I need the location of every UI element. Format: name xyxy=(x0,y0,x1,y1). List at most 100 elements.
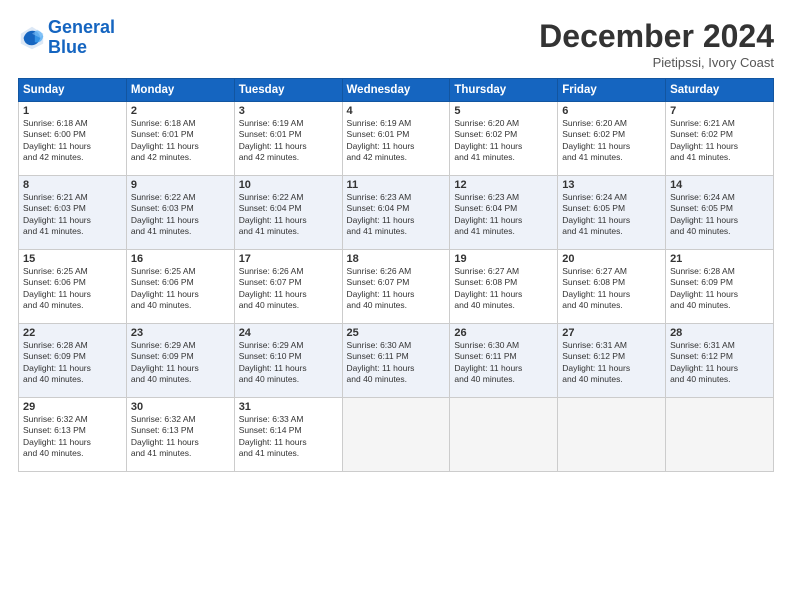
day-cell-1: 1Sunrise: 6:18 AM Sunset: 6:00 PM Daylig… xyxy=(19,102,127,176)
day-info: Sunrise: 6:20 AM Sunset: 6:02 PM Dayligh… xyxy=(454,118,553,164)
week-row-1: 1Sunrise: 6:18 AM Sunset: 6:00 PM Daylig… xyxy=(19,102,774,176)
empty-cell xyxy=(558,398,666,472)
col-header-monday: Monday xyxy=(126,79,234,102)
col-header-sunday: Sunday xyxy=(19,79,127,102)
day-info: Sunrise: 6:26 AM Sunset: 6:07 PM Dayligh… xyxy=(347,266,446,312)
day-number: 13 xyxy=(562,179,661,191)
day-info: Sunrise: 6:24 AM Sunset: 6:05 PM Dayligh… xyxy=(562,192,661,238)
day-number: 21 xyxy=(670,253,769,265)
day-number: 10 xyxy=(239,179,338,191)
day-info: Sunrise: 6:18 AM Sunset: 6:01 PM Dayligh… xyxy=(131,118,230,164)
day-cell-26: 26Sunrise: 6:30 AM Sunset: 6:11 PM Dayli… xyxy=(450,324,558,398)
day-number: 28 xyxy=(670,327,769,339)
page: General Blue December 2024 Pietipssi, Iv… xyxy=(0,0,792,612)
day-cell-5: 5Sunrise: 6:20 AM Sunset: 6:02 PM Daylig… xyxy=(450,102,558,176)
day-info: Sunrise: 6:31 AM Sunset: 6:12 PM Dayligh… xyxy=(670,340,769,386)
col-header-friday: Friday xyxy=(558,79,666,102)
week-row-5: 29Sunrise: 6:32 AM Sunset: 6:13 PM Dayli… xyxy=(19,398,774,472)
day-info: Sunrise: 6:31 AM Sunset: 6:12 PM Dayligh… xyxy=(562,340,661,386)
logo: General Blue xyxy=(18,18,115,58)
day-number: 6 xyxy=(562,105,661,117)
day-cell-16: 16Sunrise: 6:25 AM Sunset: 6:06 PM Dayli… xyxy=(126,250,234,324)
day-cell-15: 15Sunrise: 6:25 AM Sunset: 6:06 PM Dayli… xyxy=(19,250,127,324)
col-header-saturday: Saturday xyxy=(666,79,774,102)
day-number: 7 xyxy=(670,105,769,117)
day-cell-7: 7Sunrise: 6:21 AM Sunset: 6:02 PM Daylig… xyxy=(666,102,774,176)
day-number: 31 xyxy=(239,401,338,413)
day-number: 12 xyxy=(454,179,553,191)
day-info: Sunrise: 6:30 AM Sunset: 6:11 PM Dayligh… xyxy=(347,340,446,386)
day-info: Sunrise: 6:21 AM Sunset: 6:02 PM Dayligh… xyxy=(670,118,769,164)
day-number: 18 xyxy=(347,253,446,265)
header-row: SundayMondayTuesdayWednesdayThursdayFrid… xyxy=(19,79,774,102)
day-number: 16 xyxy=(131,253,230,265)
month-title: December 2024 xyxy=(539,18,774,55)
day-number: 15 xyxy=(23,253,122,265)
empty-cell xyxy=(342,398,450,472)
day-number: 25 xyxy=(347,327,446,339)
col-header-tuesday: Tuesday xyxy=(234,79,342,102)
header: General Blue December 2024 Pietipssi, Iv… xyxy=(18,18,774,70)
day-cell-23: 23Sunrise: 6:29 AM Sunset: 6:09 PM Dayli… xyxy=(126,324,234,398)
day-info: Sunrise: 6:22 AM Sunset: 6:04 PM Dayligh… xyxy=(239,192,338,238)
day-info: Sunrise: 6:33 AM Sunset: 6:14 PM Dayligh… xyxy=(239,414,338,460)
day-number: 5 xyxy=(454,105,553,117)
day-cell-21: 21Sunrise: 6:28 AM Sunset: 6:09 PM Dayli… xyxy=(666,250,774,324)
day-number: 26 xyxy=(454,327,553,339)
day-cell-13: 13Sunrise: 6:24 AM Sunset: 6:05 PM Dayli… xyxy=(558,176,666,250)
week-row-4: 22Sunrise: 6:28 AM Sunset: 6:09 PM Dayli… xyxy=(19,324,774,398)
day-info: Sunrise: 6:29 AM Sunset: 6:10 PM Dayligh… xyxy=(239,340,338,386)
day-number: 17 xyxy=(239,253,338,265)
day-cell-2: 2Sunrise: 6:18 AM Sunset: 6:01 PM Daylig… xyxy=(126,102,234,176)
logo-brand: General Blue xyxy=(48,18,115,58)
day-info: Sunrise: 6:27 AM Sunset: 6:08 PM Dayligh… xyxy=(562,266,661,312)
col-header-wednesday: Wednesday xyxy=(342,79,450,102)
day-number: 4 xyxy=(347,105,446,117)
day-cell-14: 14Sunrise: 6:24 AM Sunset: 6:05 PM Dayli… xyxy=(666,176,774,250)
day-info: Sunrise: 6:32 AM Sunset: 6:13 PM Dayligh… xyxy=(131,414,230,460)
day-cell-8: 8Sunrise: 6:21 AM Sunset: 6:03 PM Daylig… xyxy=(19,176,127,250)
day-cell-6: 6Sunrise: 6:20 AM Sunset: 6:02 PM Daylig… xyxy=(558,102,666,176)
day-number: 3 xyxy=(239,105,338,117)
day-cell-4: 4Sunrise: 6:19 AM Sunset: 6:01 PM Daylig… xyxy=(342,102,450,176)
day-info: Sunrise: 6:28 AM Sunset: 6:09 PM Dayligh… xyxy=(23,340,122,386)
day-info: Sunrise: 6:26 AM Sunset: 6:07 PM Dayligh… xyxy=(239,266,338,312)
week-row-2: 8Sunrise: 6:21 AM Sunset: 6:03 PM Daylig… xyxy=(19,176,774,250)
calendar-table: SundayMondayTuesdayWednesdayThursdayFrid… xyxy=(18,78,774,472)
day-info: Sunrise: 6:22 AM Sunset: 6:03 PM Dayligh… xyxy=(131,192,230,238)
col-header-thursday: Thursday xyxy=(450,79,558,102)
day-info: Sunrise: 6:25 AM Sunset: 6:06 PM Dayligh… xyxy=(131,266,230,312)
day-info: Sunrise: 6:25 AM Sunset: 6:06 PM Dayligh… xyxy=(23,266,122,312)
day-info: Sunrise: 6:19 AM Sunset: 6:01 PM Dayligh… xyxy=(239,118,338,164)
day-info: Sunrise: 6:27 AM Sunset: 6:08 PM Dayligh… xyxy=(454,266,553,312)
day-number: 30 xyxy=(131,401,230,413)
day-cell-11: 11Sunrise: 6:23 AM Sunset: 6:04 PM Dayli… xyxy=(342,176,450,250)
location: Pietipssi, Ivory Coast xyxy=(539,55,774,70)
title-block: December 2024 Pietipssi, Ivory Coast xyxy=(539,18,774,70)
empty-cell xyxy=(450,398,558,472)
day-number: 2 xyxy=(131,105,230,117)
day-info: Sunrise: 6:19 AM Sunset: 6:01 PM Dayligh… xyxy=(347,118,446,164)
day-cell-27: 27Sunrise: 6:31 AM Sunset: 6:12 PM Dayli… xyxy=(558,324,666,398)
day-info: Sunrise: 6:32 AM Sunset: 6:13 PM Dayligh… xyxy=(23,414,122,460)
day-info: Sunrise: 6:23 AM Sunset: 6:04 PM Dayligh… xyxy=(347,192,446,238)
day-info: Sunrise: 6:21 AM Sunset: 6:03 PM Dayligh… xyxy=(23,192,122,238)
day-number: 8 xyxy=(23,179,122,191)
day-info: Sunrise: 6:24 AM Sunset: 6:05 PM Dayligh… xyxy=(670,192,769,238)
logo-icon xyxy=(18,24,46,52)
day-cell-12: 12Sunrise: 6:23 AM Sunset: 6:04 PM Dayli… xyxy=(450,176,558,250)
day-info: Sunrise: 6:20 AM Sunset: 6:02 PM Dayligh… xyxy=(562,118,661,164)
day-number: 11 xyxy=(347,179,446,191)
day-cell-18: 18Sunrise: 6:26 AM Sunset: 6:07 PM Dayli… xyxy=(342,250,450,324)
day-number: 20 xyxy=(562,253,661,265)
empty-cell xyxy=(666,398,774,472)
day-cell-28: 28Sunrise: 6:31 AM Sunset: 6:12 PM Dayli… xyxy=(666,324,774,398)
day-number: 9 xyxy=(131,179,230,191)
day-info: Sunrise: 6:28 AM Sunset: 6:09 PM Dayligh… xyxy=(670,266,769,312)
day-number: 14 xyxy=(670,179,769,191)
day-info: Sunrise: 6:18 AM Sunset: 6:00 PM Dayligh… xyxy=(23,118,122,164)
day-cell-22: 22Sunrise: 6:28 AM Sunset: 6:09 PM Dayli… xyxy=(19,324,127,398)
day-number: 27 xyxy=(562,327,661,339)
day-cell-3: 3Sunrise: 6:19 AM Sunset: 6:01 PM Daylig… xyxy=(234,102,342,176)
day-info: Sunrise: 6:23 AM Sunset: 6:04 PM Dayligh… xyxy=(454,192,553,238)
